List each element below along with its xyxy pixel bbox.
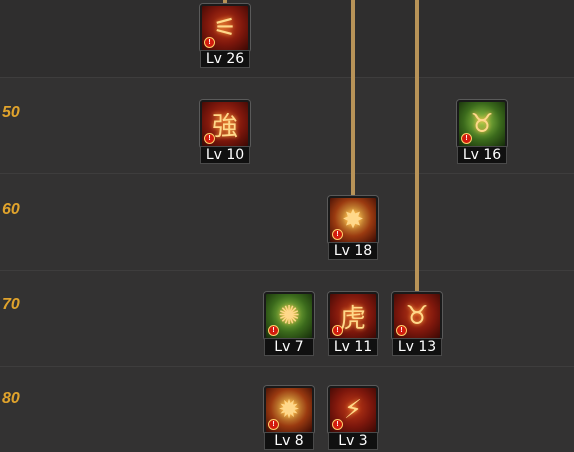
skill-badge-icon: ! <box>396 325 407 336</box>
skill-badge-icon: ! <box>268 419 279 430</box>
skill-node[interactable]: ♉ ! Lv 13 <box>392 292 442 356</box>
skill-node[interactable]: 虎 ! Lv 11 <box>328 292 378 356</box>
level-label-50: 50 <box>2 104 20 121</box>
skill-level-label: Lv 10 <box>200 146 250 164</box>
skill-level-label: Lv 26 <box>200 50 250 68</box>
skill-badge-icon: ! <box>268 325 279 336</box>
skill-level-label: Lv 7 <box>264 338 314 356</box>
skill-node[interactable]: ✸ ! Lv 18 <box>328 196 378 260</box>
row-separator <box>0 366 574 367</box>
skill-icon: 強 ! <box>200 100 250 148</box>
skill-icon: ✺ ! <box>264 292 314 340</box>
skill-node[interactable]: ⚟ ! Lv 26 <box>200 4 250 68</box>
skill-icon: ♉ ! <box>457 100 507 148</box>
skill-icon: ♉ ! <box>392 292 442 340</box>
skill-level-label: Lv 16 <box>457 146 507 164</box>
skill-icon: ⚡ ! <box>328 386 378 434</box>
skill-node[interactable]: ✹ ! Lv 8 <box>264 386 314 450</box>
skill-connector-line <box>415 0 419 292</box>
skill-node[interactable]: 強 ! Lv 10 <box>200 100 250 164</box>
skill-badge-icon: ! <box>204 37 215 48</box>
skill-level-label: Lv 11 <box>328 338 378 356</box>
row-separator <box>0 270 574 271</box>
skill-level-label: Lv 18 <box>328 242 378 260</box>
skill-badge-icon: ! <box>204 133 215 144</box>
skill-icon: ⚟ ! <box>200 4 250 52</box>
skill-node[interactable]: ♉ ! Lv 16 <box>457 100 507 164</box>
skill-icon: ✸ ! <box>328 196 378 244</box>
skill-node[interactable]: ✺ ! Lv 7 <box>264 292 314 356</box>
skill-level-label: Lv 8 <box>264 432 314 450</box>
skill-badge-icon: ! <box>461 133 472 144</box>
skill-badge-icon: ! <box>332 419 343 430</box>
skill-node[interactable]: ⚡ ! Lv 3 <box>328 386 378 450</box>
row-separator <box>0 173 574 174</box>
skill-badge-icon: ! <box>332 229 343 240</box>
row-band-top <box>0 0 574 77</box>
skill-level-label: Lv 13 <box>392 338 442 356</box>
skill-connector-line <box>351 0 355 196</box>
level-label-80: 80 <box>2 390 20 407</box>
skill-icon: 虎 ! <box>328 292 378 340</box>
skill-badge-icon: ! <box>332 325 343 336</box>
level-label-70: 70 <box>2 296 20 313</box>
row-separator <box>0 77 574 78</box>
level-label-60: 60 <box>2 201 20 218</box>
skill-level-label: Lv 3 <box>328 432 378 450</box>
skill-icon: ✹ ! <box>264 386 314 434</box>
